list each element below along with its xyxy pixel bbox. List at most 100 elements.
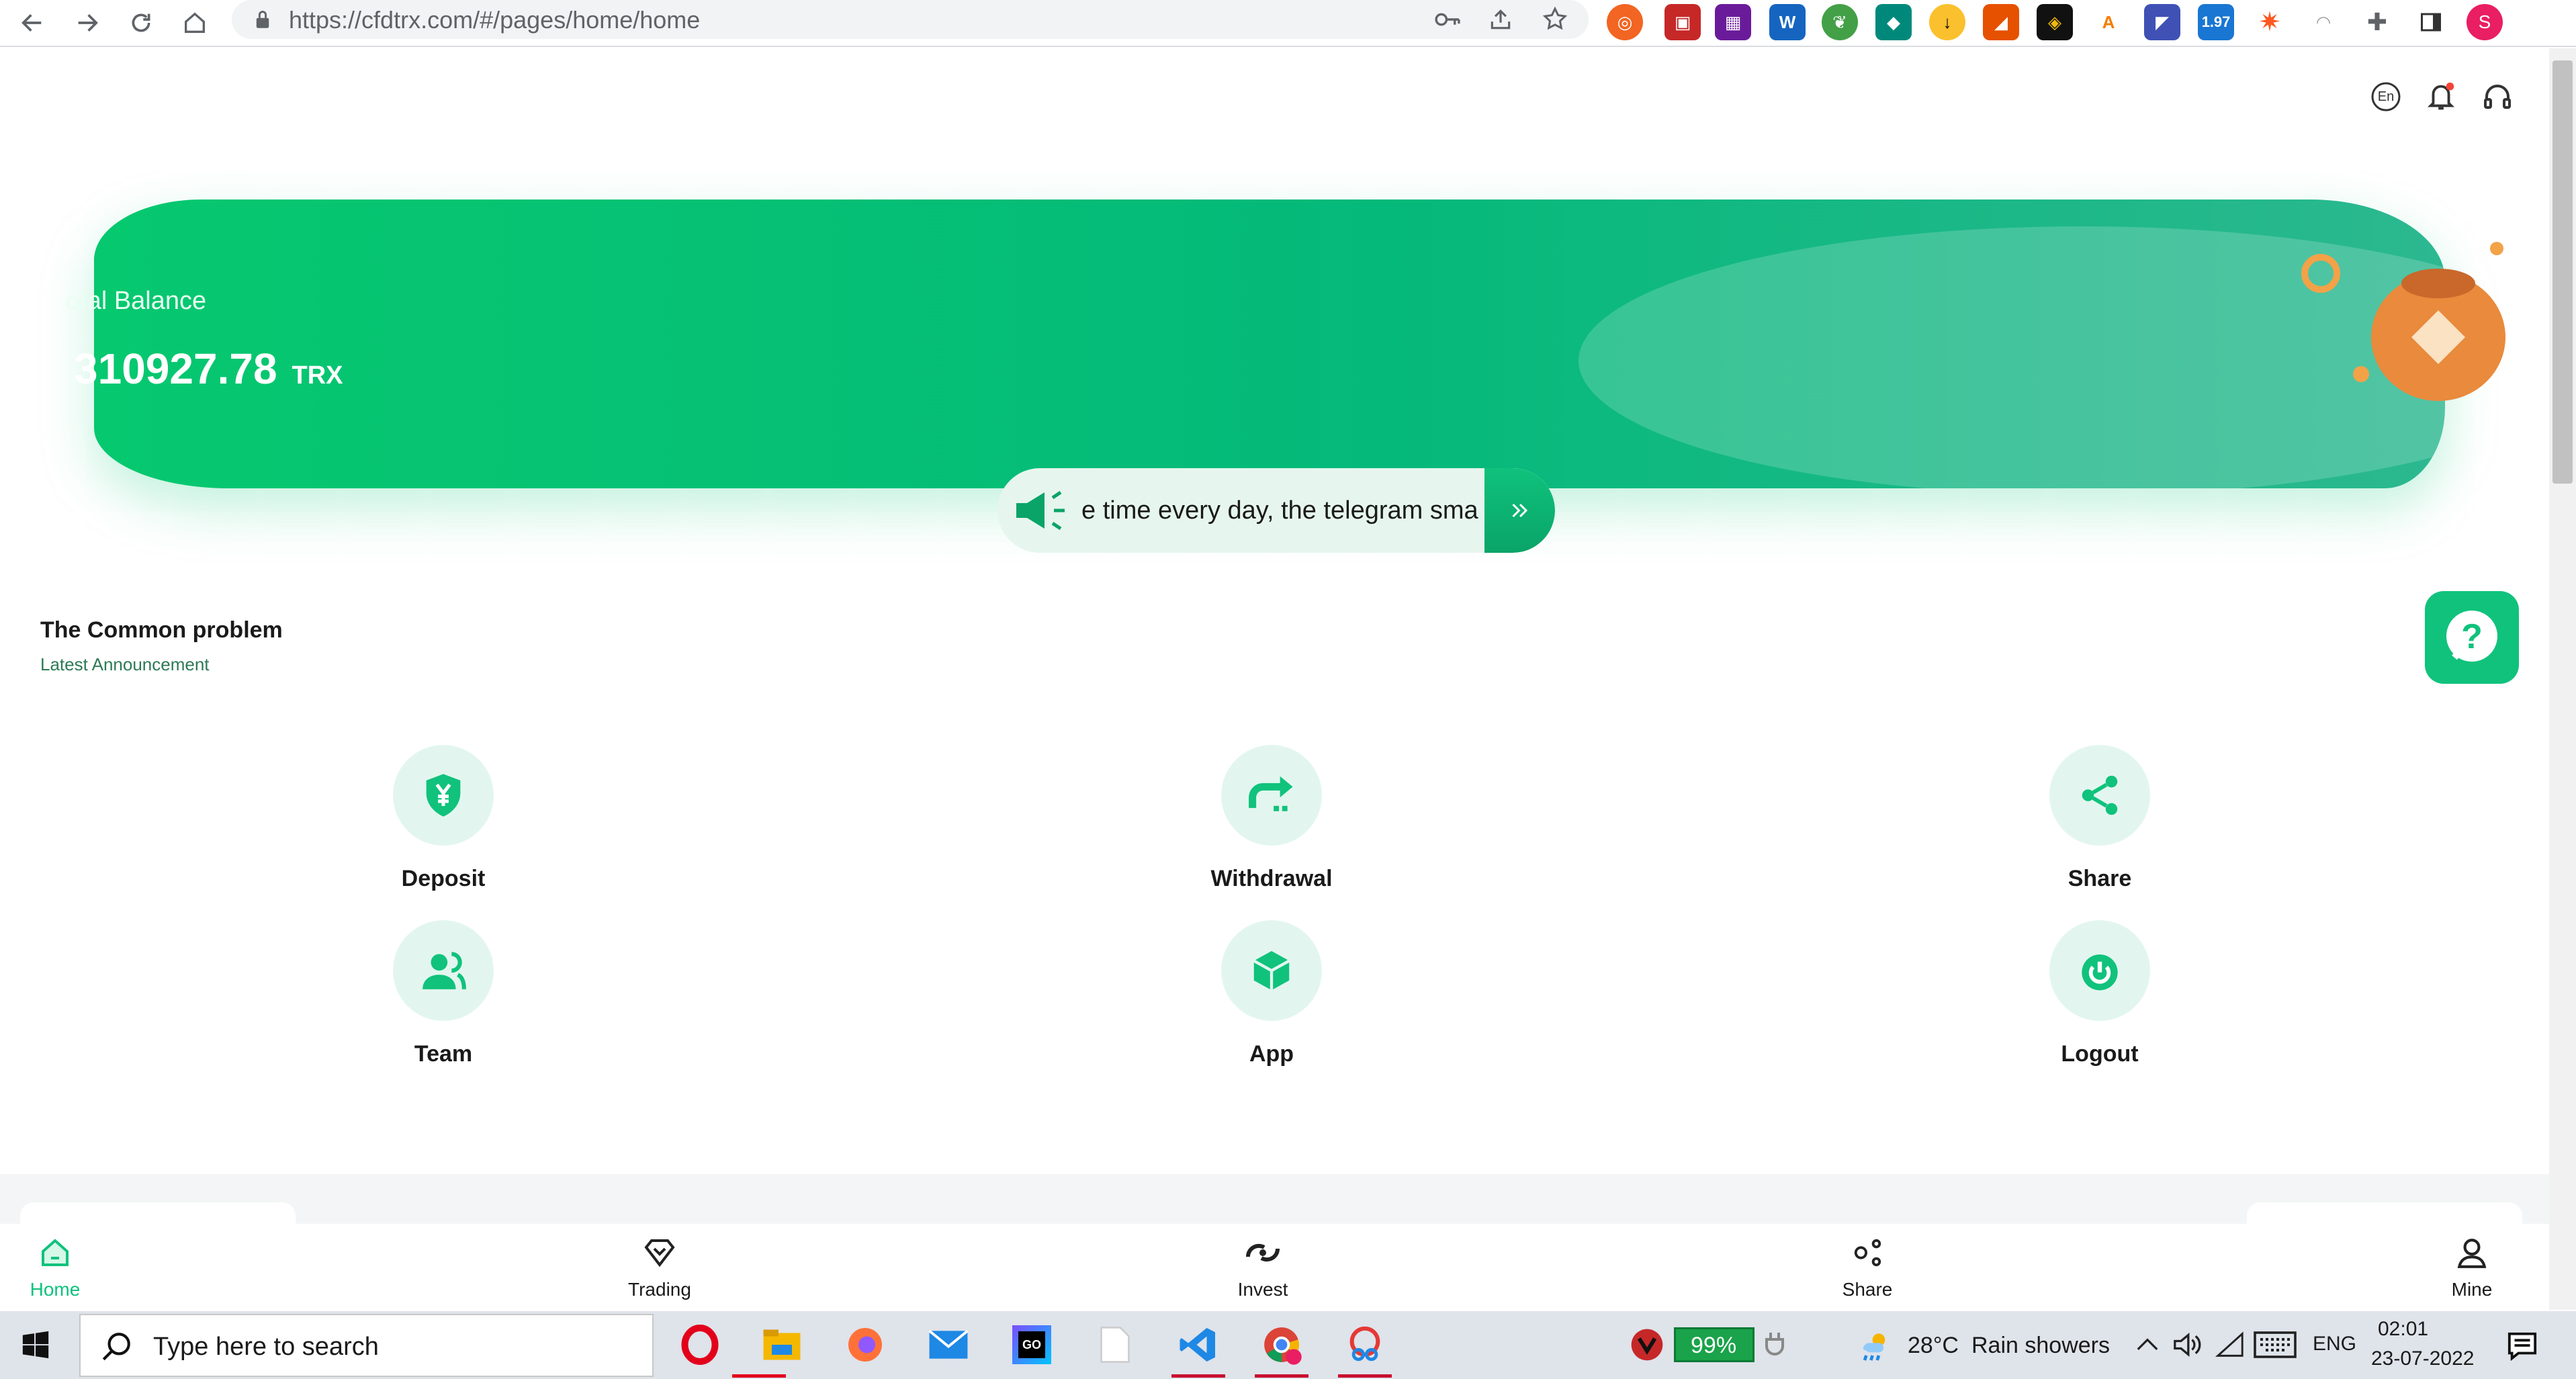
key-icon[interactable]: [1434, 8, 1461, 34]
balance-label: otal Balance: [66, 287, 207, 315]
tab-label: Home: [30, 1279, 81, 1300]
chrome-icon[interactable]: [1255, 1318, 1308, 1372]
profile-avatar[interactable]: S: [2467, 4, 2503, 40]
wifi-icon[interactable]: [2215, 1331, 2245, 1362]
lock-icon: [253, 9, 272, 33]
tab-label: Trading: [628, 1279, 691, 1300]
withdraw-arrow-icon: [1221, 745, 1322, 846]
extension-13-icon[interactable]: ✷: [2252, 4, 2288, 40]
active-app-indicator: [1255, 1374, 1308, 1378]
share-page-icon[interactable]: [1488, 7, 1513, 36]
section-title: The Common problem: [40, 617, 283, 643]
reload-icon[interactable]: [121, 3, 161, 43]
screen: https://cfdtrx.com/#/pages/home/home ◎ ▣…: [0, 0, 2576, 1379]
balance-unit: TRX: [292, 361, 343, 390]
volume-icon[interactable]: [2172, 1331, 2202, 1362]
menu-logout[interactable]: Logout: [1999, 920, 2201, 1081]
scrollbar-thumb[interactable]: [2552, 60, 2573, 484]
help-chat-button[interactable]: ?: [2425, 591, 2519, 684]
back-arrow-icon[interactable]: [12, 3, 52, 43]
extension-10-icon[interactable]: A: [2090, 4, 2127, 40]
extension-1-icon[interactable]: ◎: [1607, 4, 1643, 40]
menu-label: Team: [414, 1041, 473, 1067]
document-icon[interactable]: [1088, 1318, 1142, 1372]
clock-time[interactable]: 02:01: [2378, 1318, 2428, 1341]
extension-14-icon[interactable]: ◠: [2305, 4, 2342, 40]
notification-center-icon[interactable]: [2507, 1330, 2538, 1364]
browser-toolbar: https://cfdtrx.com/#/pages/home/home ◎ ▣…: [0, 0, 2576, 47]
menu-label: Withdrawal: [1210, 866, 1333, 891]
bottom-tab-bar: Home Trading Invest Share Mine: [0, 1224, 2549, 1310]
announcement-marquee[interactable]: e time every day, the telegram sma: [997, 468, 1555, 553]
menu-withdrawal[interactable]: Withdrawal: [1171, 745, 1372, 906]
balance-card: [94, 199, 2445, 488]
input-language[interactable]: ENG: [2313, 1333, 2356, 1355]
tab-mine[interactable]: Mine: [2405, 1224, 2539, 1310]
windows-start-icon[interactable]: [20, 1330, 51, 1364]
menu-app[interactable]: App: [1171, 920, 1372, 1081]
balance-amount: 310927.78 TRX: [74, 345, 343, 393]
extension-2-icon[interactable]: ▣: [1664, 4, 1701, 40]
section-subtitle[interactable]: Latest Announcement: [40, 654, 210, 675]
extension-4-icon[interactable]: W: [1769, 4, 1806, 40]
extension-11-icon[interactable]: ◤: [2144, 4, 2180, 40]
tab-label: Invest: [1237, 1279, 1288, 1300]
address-bar[interactable]: https://cfdtrx.com/#/pages/home/home: [232, 0, 1589, 39]
firefox-icon[interactable]: [838, 1318, 892, 1372]
tab-trading[interactable]: Trading: [592, 1224, 727, 1310]
extension-7-icon[interactable]: ↓: [1929, 4, 1965, 40]
shield-yuan-icon: [393, 745, 494, 846]
search-icon: [99, 1330, 133, 1367]
keyboard-icon[interactable]: [2253, 1331, 2297, 1362]
tab-invest[interactable]: Invest: [1196, 1224, 1330, 1310]
extensions-puzzle-icon[interactable]: ✚: [2359, 4, 2395, 40]
tab-label: Share: [1842, 1279, 1893, 1300]
web-page: En otal Balance 310927.78 TRX e time eve…: [0, 48, 2549, 1310]
battery-meter[interactable]: 99%: [1674, 1327, 1755, 1362]
svg-text:?: ?: [2461, 617, 2483, 656]
user-icon: [2452, 1234, 2492, 1272]
extension-3-icon[interactable]: ▦: [1715, 4, 1751, 40]
forward-arrow-icon[interactable]: [67, 3, 107, 43]
chevron-up-icon[interactable]: [2135, 1334, 2160, 1358]
headphones-support-icon[interactable]: [2476, 75, 2519, 118]
marquee-text: e time every day, the telegram sma: [1081, 496, 1478, 525]
language-button[interactable]: En: [2364, 75, 2407, 118]
menu-deposit[interactable]: Deposit: [343, 745, 544, 906]
tab-home[interactable]: Home: [0, 1224, 122, 1310]
battery-percent: 99%: [1691, 1333, 1737, 1358]
active-app-indicator: [732, 1374, 786, 1378]
home-browser-icon[interactable]: [175, 3, 215, 43]
money-bag-icon: [2294, 236, 2509, 441]
share-icon: [1847, 1234, 1887, 1272]
sidebar-panel-icon[interactable]: [2413, 4, 2449, 40]
menu-share[interactable]: Share: [1999, 745, 2201, 906]
menu-team[interactable]: Team: [343, 920, 544, 1081]
menu-label: Logout: [2061, 1041, 2139, 1067]
taskbar-search-box[interactable]: Type here to search: [79, 1314, 654, 1377]
weather-rain-icon[interactable]: [1855, 1327, 1893, 1368]
goland-icon[interactable]: GO: [1005, 1318, 1059, 1372]
file-explorer-icon[interactable]: [755, 1318, 809, 1372]
weather-temperature[interactable]: 28°C: [1908, 1333, 1959, 1359]
tray-app-icon[interactable]: [1620, 1318, 1674, 1372]
extension-badge-icon[interactable]: 1.97: [2198, 4, 2234, 40]
mail-icon[interactable]: [922, 1318, 975, 1372]
evernote-icon[interactable]: ❦: [1822, 4, 1858, 40]
notification-bell-icon[interactable]: [2419, 75, 2462, 118]
extension-6-icon[interactable]: ◆: [1875, 4, 1912, 40]
binance-icon[interactable]: ◈: [2037, 4, 2073, 40]
windows-taskbar: Type here to search GO 99% 28°C Rain sho…: [0, 1311, 2576, 1379]
team-users-icon: [393, 920, 494, 1021]
vscode-icon[interactable]: [1171, 1318, 1225, 1372]
double-chevron-right-icon: [1511, 503, 1527, 518]
metamask-icon[interactable]: ◢: [1983, 4, 2019, 40]
bookmark-star-icon[interactable]: [1542, 5, 1568, 36]
opera-icon[interactable]: [673, 1318, 727, 1372]
active-app-indicator: [1338, 1374, 1392, 1378]
tab-share[interactable]: Share: [1800, 1224, 1935, 1310]
snipping-tool-icon[interactable]: [1338, 1318, 1392, 1372]
weather-description[interactable]: Rain showers: [1971, 1333, 2110, 1359]
diamond-icon: [639, 1234, 680, 1272]
clock-date[interactable]: 23-07-2022: [2371, 1347, 2474, 1370]
